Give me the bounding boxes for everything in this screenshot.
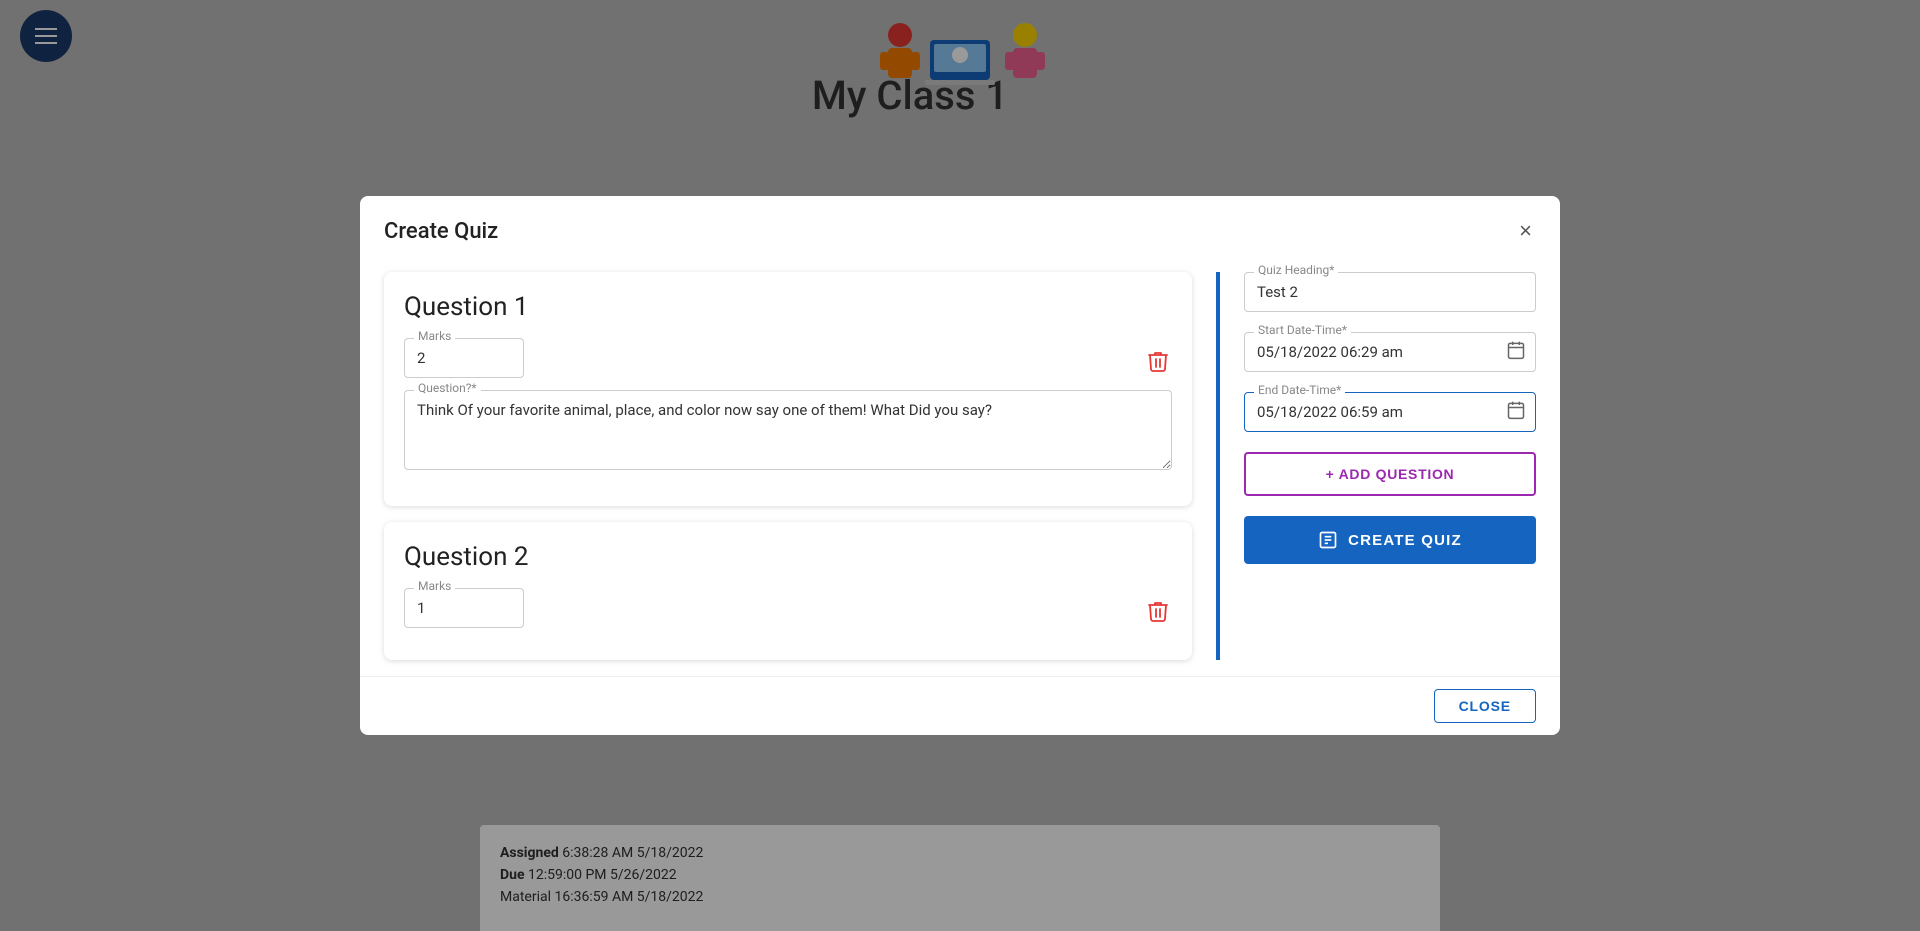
quiz-heading-label: Quiz Heading*: [1254, 263, 1338, 277]
question-1-delete-button[interactable]: [1144, 346, 1172, 382]
question-2-marks-field: Marks: [404, 588, 524, 628]
modal-title: Create Quiz: [384, 219, 498, 244]
question-2-marks-input[interactable]: [404, 588, 524, 628]
quiz-heading-field: Quiz Heading*: [1244, 272, 1536, 312]
modal-overlay: Create Quiz × Question 1 Marks: [0, 0, 1920, 931]
question-1-text-input[interactable]: <span data-bind="modal.questions.0.quest…: [404, 390, 1172, 470]
start-datetime-field: Start Date-Time*: [1244, 332, 1536, 372]
question-2-delete-button[interactable]: [1144, 596, 1172, 632]
question-1-marks-field: Marks: [404, 338, 524, 378]
end-datetime-input[interactable]: [1244, 392, 1536, 432]
question-1-title: Question 1: [404, 292, 1172, 322]
question-card-2: Question 2 Marks: [384, 522, 1192, 660]
end-datetime-label: End Date-Time*: [1254, 383, 1345, 397]
questions-panel: Question 1 Marks: [360, 256, 1216, 676]
modal-header: Create Quiz ×: [360, 196, 1560, 256]
question-1-marks-row: Marks: [404, 338, 1172, 390]
modal-close-x-button[interactable]: ×: [1515, 216, 1536, 246]
question-1-text-field: Question?* <span data-bind="modal.questi…: [404, 390, 1172, 474]
create-quiz-button[interactable]: CREATE QUIZ: [1244, 516, 1536, 564]
question-1-marks-input[interactable]: [404, 338, 524, 378]
create-quiz-label: CREATE QUIZ: [1348, 532, 1462, 549]
question-2-title: Question 2: [404, 542, 1172, 572]
end-datetime-field: End Date-Time*: [1244, 392, 1536, 432]
quiz-icon: [1318, 530, 1338, 550]
close-button[interactable]: CLOSE: [1434, 689, 1536, 723]
modal-footer: CLOSE: [360, 676, 1560, 735]
start-datetime-input[interactable]: [1244, 332, 1536, 372]
modal-body: Question 1 Marks: [360, 256, 1560, 676]
question-card-1: Question 1 Marks: [384, 272, 1192, 506]
create-quiz-modal: Create Quiz × Question 1 Marks: [360, 196, 1560, 735]
settings-panel: Quiz Heading* Start Date-Time*: [1220, 256, 1560, 676]
start-datetime-label: Start Date-Time*: [1254, 323, 1351, 337]
question-2-marks-row: Marks: [404, 588, 1172, 640]
add-question-button[interactable]: + ADD QUESTION: [1244, 452, 1536, 496]
quiz-heading-input[interactable]: [1244, 272, 1536, 312]
add-question-label: + ADD QUESTION: [1326, 466, 1455, 482]
